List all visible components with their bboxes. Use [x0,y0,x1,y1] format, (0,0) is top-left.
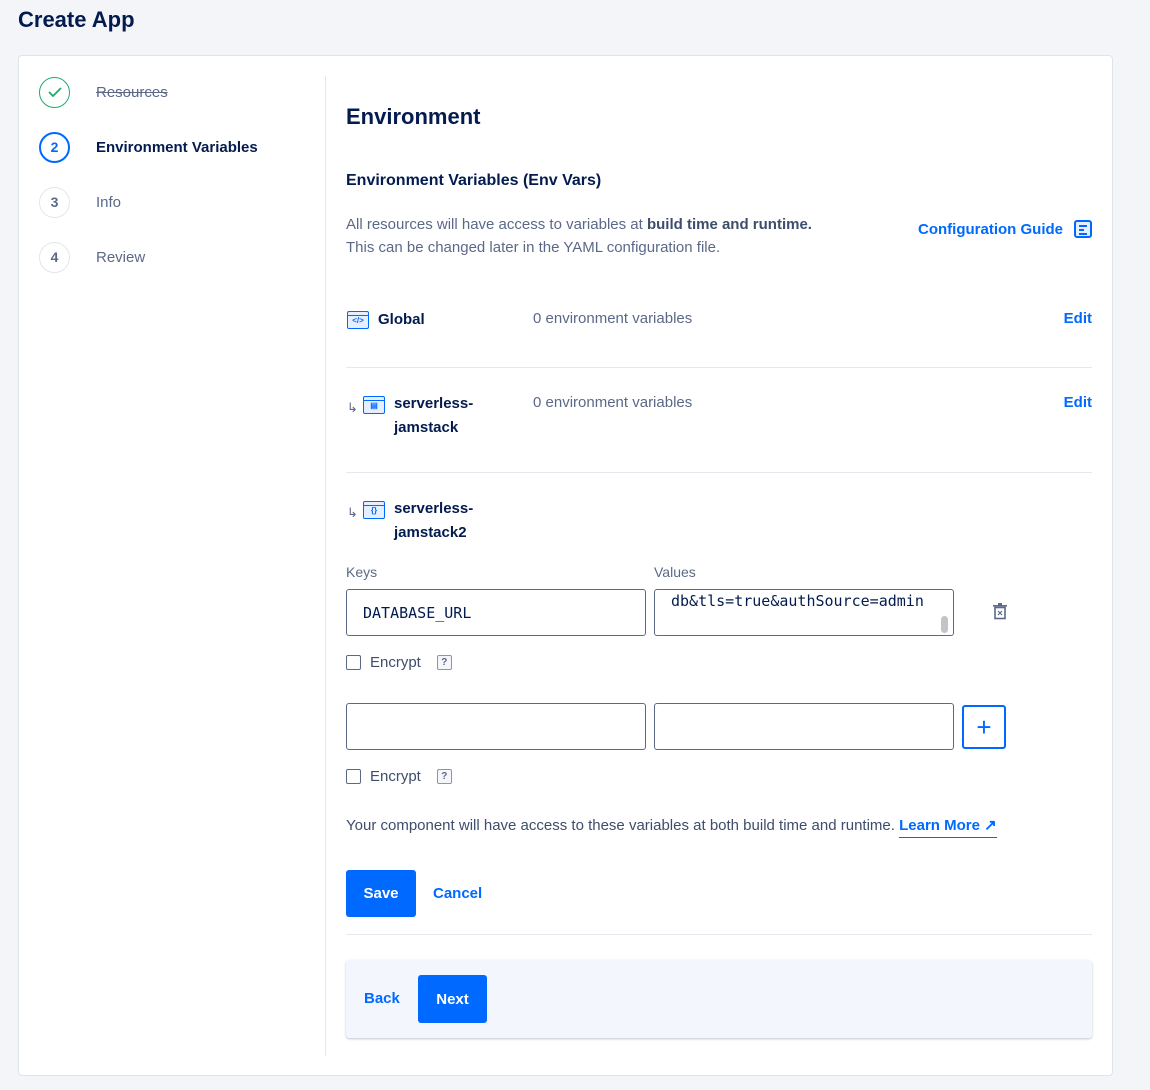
code-window-icon: </> [347,311,369,329]
help-icon[interactable]: ? [436,655,452,670]
env-var-count: 0 environment variables [533,394,693,411]
component-name-line: jamstack [394,419,459,436]
env-value-textarea[interactable]: db&tls=true&authSource=admin [654,589,954,636]
add-variable-button[interactable]: + [962,705,1006,749]
env-key-input[interactable] [346,589,646,636]
learn-more-link[interactable]: Learn More ↗ [899,817,997,838]
step-complete-indicator [39,76,70,108]
step-label: Resources [96,83,168,101]
check-icon [47,87,62,98]
section-heading: Environment [346,104,481,129]
step-number: 2 [39,131,70,163]
step-label: Environment Variables [96,138,258,156]
new-env-value-input[interactable] [654,703,954,750]
description-text: This can be changed later in the YAML co… [346,239,721,256]
configuration-guide-label: Configuration Guide [918,220,1063,238]
note-text: Your component will have access to these… [346,817,895,834]
encrypt-label: Encrypt [370,768,421,785]
sub-item-arrow-icon: ↳ [347,505,358,520]
document-icon [1074,220,1092,238]
step-info[interactable]: 3 Info [39,186,121,218]
description-bold: build time and runtime. [646,216,812,233]
step-resources[interactable]: Resources [39,76,168,108]
step-number: 3 [39,186,70,218]
encrypt-checkbox[interactable] [346,769,361,784]
subsection-heading: Environment Variables (Env Vars) [346,172,602,189]
encrypt-label: Encrypt [370,654,421,671]
cancel-button[interactable]: Cancel [433,885,482,902]
encrypt-option: Encrypt ? [346,768,452,785]
section-divider [346,934,1092,935]
back-button[interactable]: Back [364,990,400,1007]
external-link-icon: ↗ [984,817,997,834]
env-var-count: 0 environment variables [533,310,693,327]
step-review[interactable]: 4 Review [39,241,145,273]
help-icon[interactable]: ? [436,769,452,784]
step-label: Info [96,193,122,211]
static-site-icon: ▤ [363,396,385,414]
textarea-scrollbar[interactable] [941,616,948,633]
component-name-line: jamstack2 [394,524,467,541]
encrypt-option: Encrypt ? [346,654,452,671]
edit-serverless-jamstack-button[interactable]: Edit [1064,394,1092,411]
row-divider [346,367,1092,368]
env-value-text: db&tls=true&authSource=admin [671,592,924,610]
configuration-guide-link[interactable]: Configuration Guide [918,220,1092,238]
sub-item-arrow-icon: ↳ [347,400,358,415]
learn-more-label: Learn More [899,817,980,834]
component-name: serverless- jamstack2 [394,497,473,545]
plus-icon: + [976,711,992,742]
step-label: Review [96,248,146,266]
next-button[interactable]: Next [418,975,487,1023]
keys-label: Keys [346,564,378,580]
save-button[interactable]: Save [346,870,416,917]
edit-global-button[interactable]: Edit [1064,310,1092,327]
component-name-line: serverless- [394,395,474,412]
encrypt-checkbox[interactable] [346,655,361,670]
step-number: 4 [39,241,70,273]
new-env-key-input[interactable] [346,703,646,750]
access-note: Your component will have access to these… [346,816,997,838]
component-name-line: serverless- [394,500,474,517]
wizard-footer: Back Next [346,960,1092,1038]
component-name: Global [378,311,425,328]
create-app-card: Resources 2 Environment Variables 3 Info… [18,55,1113,1076]
step-environment-variables[interactable]: 2 Environment Variables [39,131,258,163]
description: All resources will have access to variab… [346,213,812,259]
row-divider [346,472,1092,473]
functions-icon: {} [363,501,385,519]
vertical-divider [325,76,326,1056]
component-name: serverless- jamstack [394,392,473,440]
values-label: Values [654,564,696,580]
page-title: Create App [18,7,135,32]
description-text: All resources will have access to variab… [346,216,647,233]
trash-icon[interactable] [992,602,1008,620]
